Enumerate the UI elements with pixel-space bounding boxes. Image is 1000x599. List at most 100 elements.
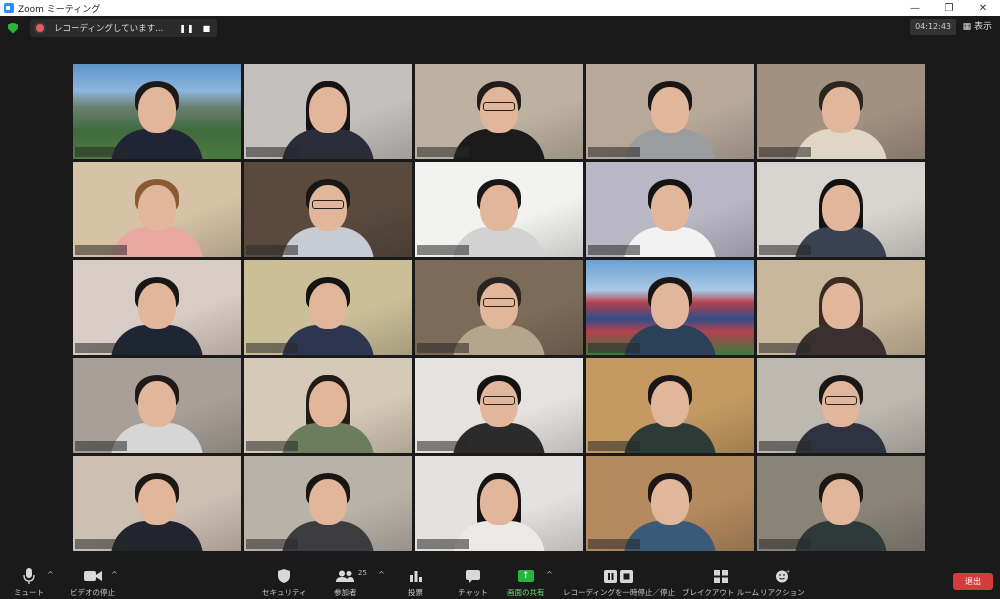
stop-video-button[interactable]: ビデオの停止 bbox=[70, 567, 115, 598]
leave-meeting-button[interactable]: 退出 bbox=[953, 573, 993, 590]
participant-video-tile[interactable] bbox=[73, 162, 241, 257]
participant-video-tile[interactable] bbox=[244, 456, 412, 551]
security-button[interactable]: セキュリティ bbox=[262, 567, 307, 598]
participant-video-tile[interactable] bbox=[586, 456, 754, 551]
participant-video-tile[interactable] bbox=[415, 358, 583, 453]
participant-video-tile[interactable] bbox=[244, 358, 412, 453]
participants-count-badge: 25 bbox=[358, 569, 367, 577]
participant-face bbox=[651, 185, 689, 231]
glasses-icon bbox=[483, 102, 515, 111]
video-options-caret[interactable]: ^ bbox=[111, 570, 118, 579]
close-button[interactable]: ✕ bbox=[966, 3, 1000, 14]
participant-video-tile[interactable] bbox=[73, 260, 241, 355]
participant-figure bbox=[444, 64, 554, 159]
participant-face bbox=[309, 381, 347, 427]
stop-recording-icon[interactable]: ■ bbox=[203, 24, 212, 33]
participant-figure bbox=[615, 358, 725, 453]
minimize-button[interactable]: — bbox=[898, 3, 932, 14]
audio-options-caret[interactable]: ^ bbox=[47, 570, 54, 579]
participant-video-tile[interactable] bbox=[757, 64, 925, 159]
chat-label: チャット bbox=[458, 588, 488, 597]
restore-button[interactable]: ❐ bbox=[932, 3, 966, 14]
polls-button[interactable]: 投票 bbox=[408, 567, 423, 598]
pause-stop-recording-button[interactable]: レコーディングを一時停止／停止 bbox=[563, 567, 675, 598]
glasses-icon bbox=[312, 200, 344, 209]
participant-name-plate bbox=[75, 343, 127, 353]
encryption-shield-icon[interactable] bbox=[8, 22, 18, 34]
participant-name-plate bbox=[759, 539, 811, 549]
participant-video-tile[interactable] bbox=[586, 260, 754, 355]
participant-video-tile[interactable] bbox=[73, 64, 241, 159]
participant-video-tile[interactable] bbox=[244, 64, 412, 159]
participant-video-tile[interactable] bbox=[757, 162, 925, 257]
participant-video-tile[interactable] bbox=[244, 260, 412, 355]
participant-figure bbox=[615, 64, 725, 159]
participant-video-tile[interactable] bbox=[415, 162, 583, 257]
participant-video-tile[interactable] bbox=[415, 64, 583, 159]
participant-video-tile[interactable] bbox=[73, 456, 241, 551]
participant-name-plate bbox=[759, 343, 811, 353]
participant-video-tile[interactable] bbox=[757, 260, 925, 355]
participant-name-plate bbox=[759, 147, 811, 157]
participant-name-plate bbox=[246, 147, 298, 157]
reactions-button[interactable]: + リアクション bbox=[760, 567, 805, 598]
participant-name-plate bbox=[75, 245, 127, 255]
participant-figure bbox=[786, 358, 896, 453]
participant-figure bbox=[444, 456, 554, 551]
pause-stop-icon bbox=[603, 567, 634, 585]
chat-button[interactable]: チャット bbox=[458, 567, 488, 598]
participant-video-tile[interactable] bbox=[73, 358, 241, 453]
participant-figure bbox=[102, 358, 212, 453]
participant-video-tile[interactable] bbox=[586, 162, 754, 257]
participant-figure bbox=[444, 162, 554, 257]
participant-name-plate bbox=[417, 147, 469, 157]
breakout-rooms-button[interactable]: ブレイクアウト ルーム bbox=[682, 567, 759, 598]
mute-button[interactable]: ミュート bbox=[14, 567, 44, 598]
participant-face bbox=[822, 283, 860, 329]
participant-face bbox=[138, 381, 176, 427]
smiley-icon: + bbox=[775, 567, 790, 585]
share-screen-button[interactable]: ↑ 画面の共有 bbox=[507, 567, 545, 598]
view-button[interactable]: ▦ 表示 bbox=[963, 19, 992, 35]
participant-figure bbox=[615, 162, 725, 257]
participant-name-plate bbox=[588, 245, 640, 255]
participant-name-plate bbox=[588, 539, 640, 549]
participant-name-plate bbox=[246, 539, 298, 549]
participant-video-tile[interactable] bbox=[586, 64, 754, 159]
participant-face bbox=[138, 87, 176, 133]
participant-figure bbox=[102, 260, 212, 355]
participant-face bbox=[651, 479, 689, 525]
mute-label: ミュート bbox=[14, 588, 44, 597]
share-screen-icon: ↑ bbox=[517, 570, 534, 582]
grid-icon: ▦ bbox=[962, 22, 972, 32]
share-screen-label: 画面の共有 bbox=[507, 588, 545, 597]
participant-figure bbox=[102, 64, 212, 159]
share-screen-icon-wrap: ↑ bbox=[517, 567, 534, 585]
meeting-timer: 04:12:43 bbox=[910, 19, 956, 35]
participant-figure bbox=[786, 260, 896, 355]
participant-video-tile[interactable] bbox=[586, 358, 754, 453]
participant-figure bbox=[273, 358, 383, 453]
participants-options-caret[interactable]: ^ bbox=[378, 570, 385, 579]
participant-face bbox=[822, 185, 860, 231]
participant-video-tile[interactable] bbox=[244, 162, 412, 257]
participant-figure bbox=[444, 260, 554, 355]
pause-recording-icon[interactable]: ❚❚ bbox=[179, 24, 194, 33]
participant-video-tile[interactable] bbox=[415, 260, 583, 355]
participant-face bbox=[309, 479, 347, 525]
view-button-label: 表示 bbox=[973, 22, 992, 32]
participant-name-plate bbox=[246, 245, 298, 255]
participant-name-plate bbox=[246, 441, 298, 451]
participant-figure bbox=[273, 162, 383, 257]
participant-video-tile[interactable] bbox=[415, 456, 583, 551]
participant-video-tile[interactable] bbox=[757, 358, 925, 453]
participant-video-tile[interactable] bbox=[757, 456, 925, 551]
participant-figure bbox=[273, 64, 383, 159]
participant-figure bbox=[273, 456, 383, 551]
share-options-caret[interactable]: ^ bbox=[546, 570, 553, 579]
participant-name-plate bbox=[417, 441, 469, 451]
participant-face bbox=[822, 479, 860, 525]
participant-name-plate bbox=[588, 441, 640, 451]
participant-face bbox=[651, 283, 689, 329]
participants-button[interactable]: 参加者 bbox=[334, 567, 357, 598]
